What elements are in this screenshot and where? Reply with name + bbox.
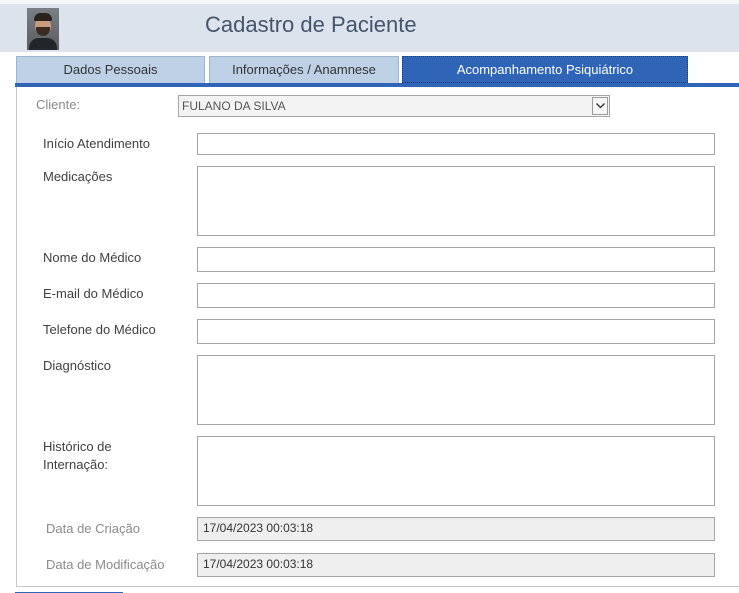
telefone-medico-field[interactable] — [197, 319, 715, 344]
data-modificacao-field: 17/04/2023 00:03:18 — [197, 553, 715, 577]
historico-label-line1: Histórico de — [43, 439, 112, 454]
inicio-atendimento-label: Início Atendimento — [43, 136, 150, 151]
historico-label-line2: Internação: — [43, 457, 109, 472]
dropdown-button[interactable] — [592, 97, 608, 115]
cliente-value: FULANO DA SILVA — [182, 99, 286, 113]
diagnostico-field[interactable] — [197, 355, 715, 425]
cliente-combobox[interactable]: FULANO DA SILVA — [178, 95, 610, 117]
data-modificacao-label: Data de Modificação — [46, 557, 165, 572]
historico-internacao-field[interactable] — [197, 436, 715, 506]
page-title: Cadastro de Paciente — [205, 12, 417, 37]
nome-medico-field[interactable] — [197, 247, 715, 272]
tab-acompanhamento-psiquiatrico[interactable]: Acompanhamento Psiquiátrico — [402, 56, 688, 83]
patient-photo — [27, 8, 59, 50]
tab-informacoes-anamnese[interactable]: Informações / Anamnese — [209, 56, 399, 83]
form-header: Cadastro de Paciente — [0, 0, 739, 52]
inicio-atendimento-field[interactable] — [197, 133, 715, 155]
nome-medico-label: Nome do Médico — [43, 250, 142, 265]
data-criacao-field: 17/04/2023 00:03:18 — [197, 517, 715, 541]
telefone-medico-label: Telefone do Médico — [43, 322, 156, 337]
chevron-down-icon — [596, 103, 605, 109]
email-medico-label: E-mail do Médico — [43, 286, 144, 301]
cliente-label: Cliente: — [36, 97, 81, 112]
data-criacao-label: Data de Criação — [46, 521, 140, 536]
email-medico-field[interactable] — [197, 283, 715, 308]
tab-dados-pessoais[interactable]: Dados Pessoais — [16, 56, 205, 83]
medicacoes-field[interactable] — [197, 166, 715, 236]
medicacoes-label: Medicações — [43, 169, 113, 184]
diagnostico-label: Diagnóstico — [43, 358, 111, 373]
